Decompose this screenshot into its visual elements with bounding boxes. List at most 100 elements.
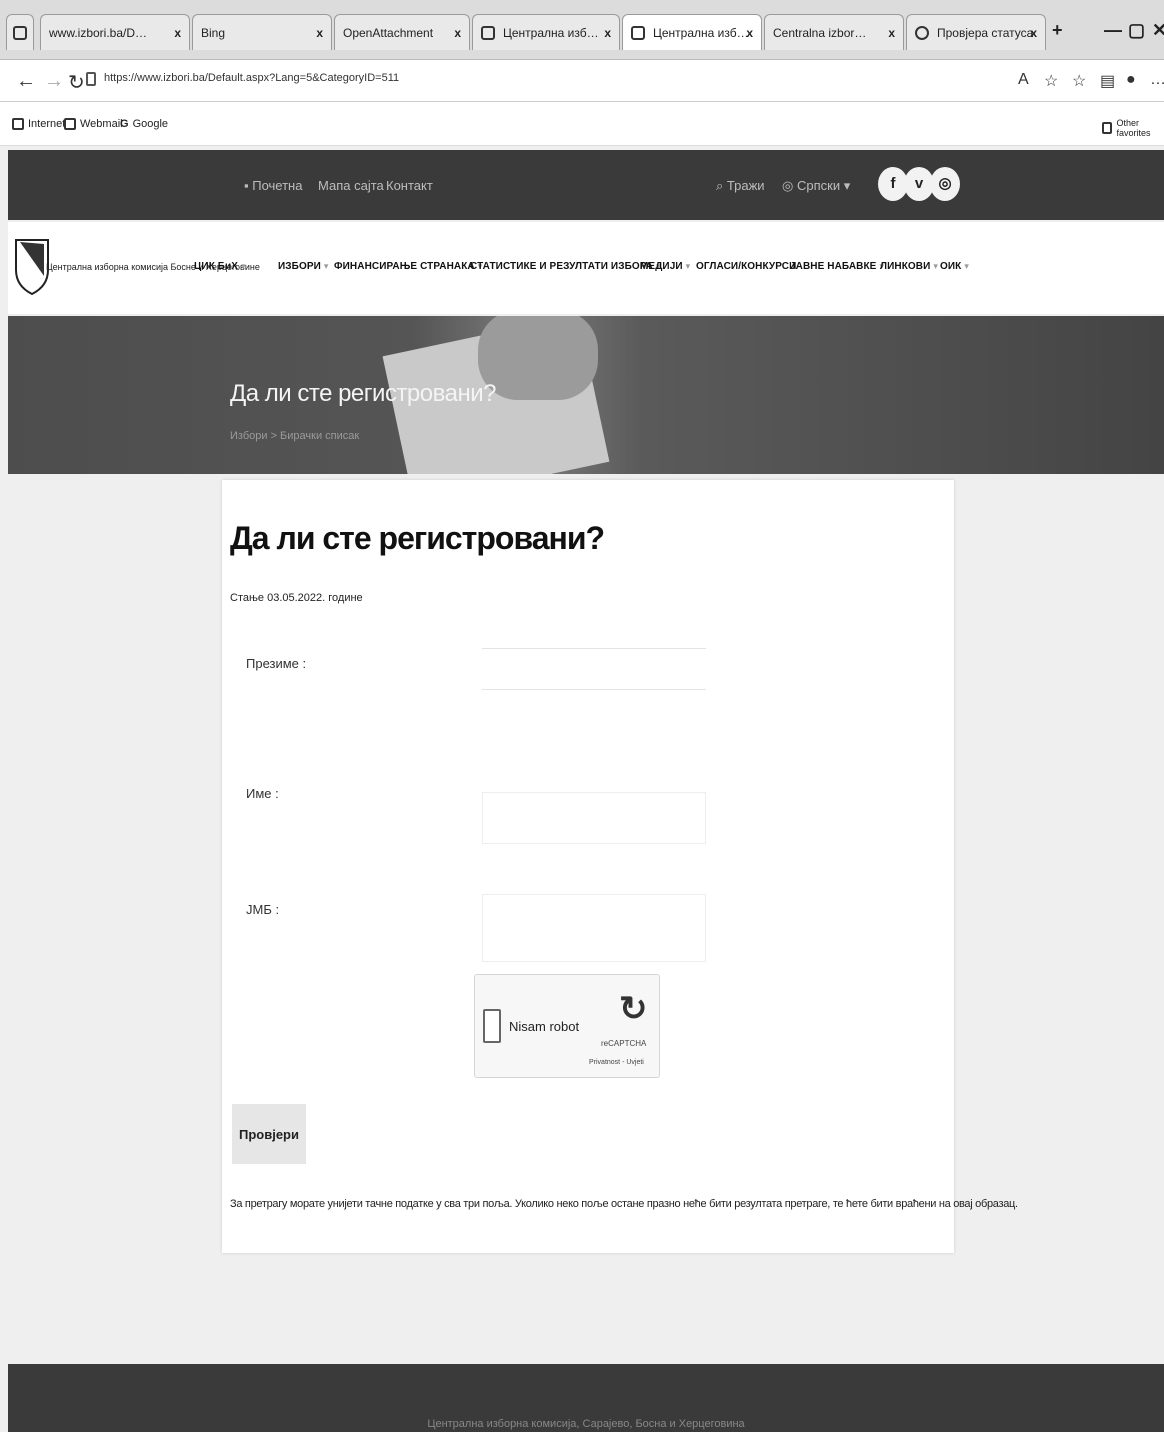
site-favicon-icon — [481, 25, 495, 40]
more-menu-icon[interactable]: … — [1150, 71, 1164, 89]
chevron-down-icon: ▾ — [685, 261, 691, 271]
close-icon[interactable]: x — [888, 26, 895, 40]
search-label: Тражи — [726, 178, 765, 193]
jmb-label: ЈМБ : — [246, 902, 280, 917]
close-icon[interactable]: x — [454, 26, 461, 40]
hero-banner: Да ли сте регистровани? Избори > Бирачки… — [8, 316, 1164, 474]
browser-tab-3[interactable]: Централна изборна комисијаx — [472, 14, 620, 50]
forward-arrow-icon[interactable]: → — [44, 70, 64, 93]
bookmarks-bar: Internet Webmail G Google Other favorites — [0, 102, 1164, 146]
close-icon[interactable]: x — [604, 26, 611, 40]
home-icon: ▪ — [244, 178, 249, 193]
menu-izbori[interactable]: ИЗБОРИ ▾ — [278, 261, 329, 272]
surname-field[interactable] — [482, 648, 706, 690]
menu-label: ЦИК БиХ — [194, 261, 239, 272]
language-label: Српски — [796, 178, 841, 193]
menu-label: ЛИНКОВИ — [880, 261, 931, 272]
contact-link[interactable]: Контакт — [386, 178, 433, 193]
tab-title: www.izbori.ba/Default.aspx — [49, 25, 149, 40]
folder-icon — [1102, 122, 1113, 134]
bookmark-icon — [12, 118, 24, 130]
refresh-icon[interactable]: ↻ — [68, 70, 85, 95]
search-link[interactable]: ⌕ Тражи — [716, 178, 765, 194]
favorite-star-icon[interactable]: ☆ — [1044, 71, 1058, 91]
check-button[interactable]: Провјери — [232, 1104, 306, 1164]
menu-cik[interactable]: ЦИК БиХ ▾ — [194, 261, 246, 272]
tab-actions-button[interactable] — [6, 14, 34, 50]
recaptcha-checkbox[interactable] — [483, 1009, 501, 1043]
back-arrow-icon[interactable]: ← — [16, 70, 36, 93]
tab-title: Centralna izborna komisija — [773, 25, 873, 40]
surname-label: Презиме : — [246, 656, 307, 671]
chevron-down-icon: ▾ — [964, 261, 969, 271]
new-tab-button[interactable]: + — [1052, 20, 1063, 41]
browser-tab-1[interactable]: Bing x — [192, 14, 332, 50]
close-window-button[interactable]: ✕ — [1152, 20, 1164, 41]
recaptcha-widget: Nisam robot ↻ reCAPTCHA Privatnost - Uvj… — [474, 974, 660, 1078]
tab-title: Централна изборна комисија — [653, 25, 753, 40]
site-favicon-icon — [631, 25, 645, 40]
menu-statistike[interactable]: СТАТИСТИКЕ И РЕЗУЛТАТИ ИЗБОРА ▾ — [470, 261, 661, 272]
maximize-button[interactable]: ▢ — [1128, 20, 1145, 41]
language-selector[interactable]: ◎ Српски ▾ — [782, 178, 850, 194]
close-icon[interactable]: x — [746, 26, 753, 40]
tab-title: Провјера статуса — [937, 25, 1034, 40]
favorites-list-icon[interactable]: ☆ — [1072, 71, 1086, 91]
name-field[interactable] — [482, 792, 706, 844]
recaptcha-label: Nisam robot — [509, 1019, 580, 1034]
menu-label: ОГЛАСИ/КОНКУРСИ — [696, 261, 797, 272]
tab-title: Bing — [201, 25, 226, 40]
home-link-label: Почетна — [252, 178, 303, 193]
browser-tab-0[interactable]: www.izbori.ba/Default.aspx x — [40, 14, 190, 50]
profile-icon[interactable]: ● — [1126, 71, 1136, 89]
browser-tab-4-active[interactable]: Централна изборна комисијаx — [622, 14, 762, 50]
recaptcha-terms-link[interactable]: Privatnost - Uvjeti — [589, 1059, 644, 1066]
minimize-button[interactable]: — — [1104, 20, 1122, 41]
chevron-down-icon: ▾ — [241, 261, 246, 271]
close-icon[interactable]: x — [316, 26, 323, 40]
site-favicon-icon — [915, 25, 929, 40]
browser-tab-2[interactable]: OpenAttachment x — [334, 14, 470, 50]
other-favorites[interactable]: Other favorites — [1102, 118, 1164, 138]
coat-of-arms-logo[interactable] — [14, 236, 50, 296]
close-icon[interactable]: x — [174, 26, 181, 40]
bookmark-label: Webmail — [80, 118, 123, 130]
bookmark-google[interactable]: G Google — [120, 118, 168, 130]
site-footer: Централна изборна комисија, Сарајево, Бо… — [8, 1364, 1164, 1432]
address-bar-row: ← → ↻ https://www.izbori.ba/Default.aspx… — [0, 60, 1164, 102]
browser-tab-5[interactable]: Centralna izborna komisija x — [764, 14, 904, 50]
menu-label: ЈАВНЕ НАБАВКЕ — [790, 261, 877, 272]
chevron-down-icon: ▾ — [933, 261, 939, 271]
hero-title: Да ли сте регистровани? — [230, 380, 496, 407]
url-field[interactable]: https://www.izbori.ba/Default.aspx?Lang=… — [104, 72, 399, 84]
bookmark-internet[interactable]: Internet — [12, 118, 65, 130]
google-g-icon: G — [120, 118, 129, 130]
bookmark-label: Internet — [28, 118, 66, 130]
bookmark-icon — [64, 118, 76, 130]
status-date: Стање 03.05.2022. године — [230, 592, 363, 604]
breadcrumb[interactable]: Избори > Бирачки списак — [230, 430, 359, 442]
menu-mediji[interactable]: МЕДИЈИ ▾ — [640, 261, 690, 272]
collections-icon[interactable]: ▤ — [1100, 71, 1115, 91]
menu-javne-nabavke[interactable]: ЈАВНЕ НАБАВКЕ ▾ — [790, 261, 884, 272]
globe-icon: ◎ — [782, 178, 794, 193]
registration-check-card: Да ли сте регистровани? Стање 03.05.2022… — [222, 480, 1018, 1253]
jmb-field[interactable] — [482, 894, 706, 962]
menu-finansiranje[interactable]: ФИНАНСИРАЊЕ СТРАНАКА ▾ — [334, 261, 482, 272]
menu-oik[interactable]: ОИК ▾ — [940, 261, 969, 272]
recaptcha-logo-icon: ↻ — [619, 990, 648, 1028]
hand-image — [478, 316, 598, 400]
browser-tab-6[interactable]: Провјера статуса x — [906, 14, 1046, 50]
menu-linkovi[interactable]: ЛИНКОВИ ▾ — [880, 261, 938, 272]
close-icon[interactable]: x — [1030, 26, 1037, 40]
bookmark-webmail[interactable]: Webmail — [64, 118, 123, 130]
instagram-icon[interactable]: ◎ — [930, 167, 960, 201]
home-link[interactable]: ▪ Почетна — [244, 178, 302, 193]
sitemap-link[interactable]: Мапа сајта — [318, 178, 384, 193]
menu-label: ОИК — [940, 261, 962, 272]
recaptcha-brand: reCAPTCHA — [601, 1039, 647, 1048]
tab-title: Централна изборна комисија — [503, 25, 603, 40]
read-aloud-icon[interactable]: A — [1018, 71, 1029, 89]
bookmark-label: Other favorites — [1116, 118, 1151, 138]
menu-oglasi[interactable]: ОГЛАСИ/КОНКУРСИ — [696, 261, 796, 272]
